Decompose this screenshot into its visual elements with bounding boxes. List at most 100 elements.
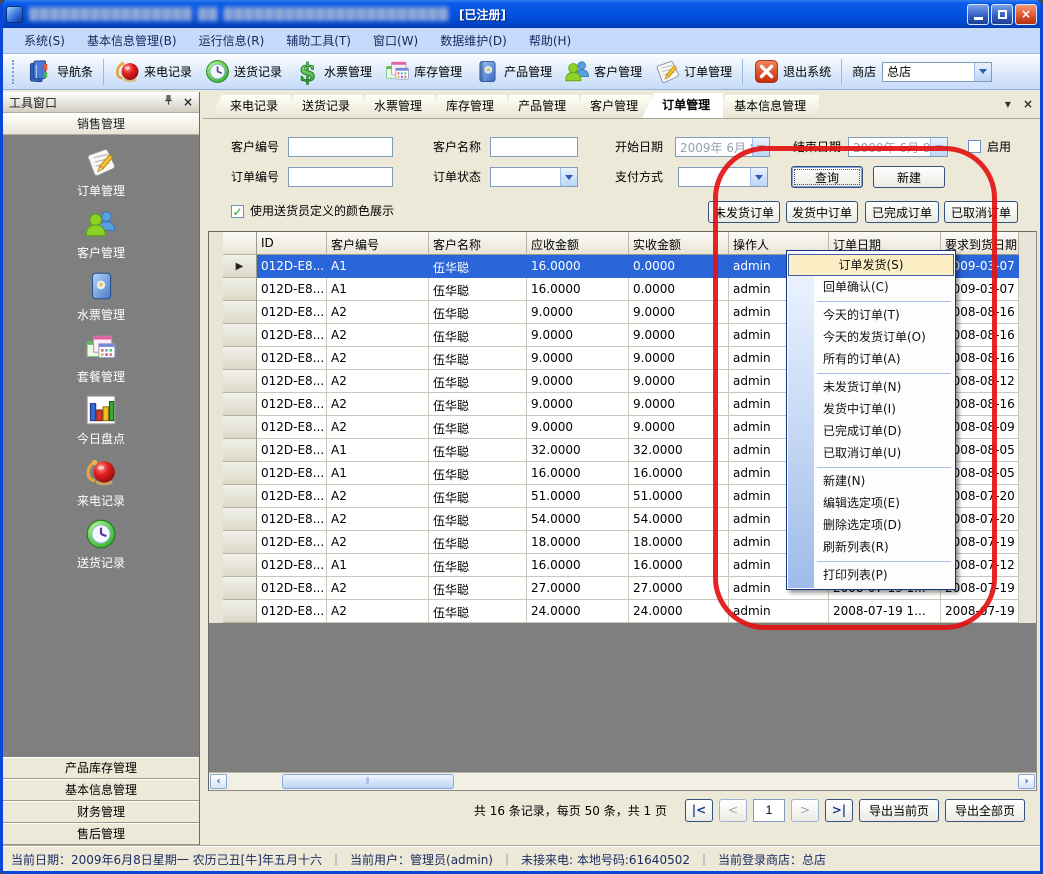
- page-number-input[interactable]: [753, 799, 785, 822]
- context-menu-item-12[interactable]: 新建(N): [787, 470, 955, 492]
- toolbar-button-product-book[interactable]: 产品管理: [468, 56, 558, 87]
- status-filter-button-1[interactable]: 发货中订单: [786, 201, 858, 223]
- status-filter-button-3[interactable]: 已取消订单: [944, 201, 1018, 223]
- column-header-2[interactable]: 客户名称: [429, 232, 527, 255]
- column-header-0[interactable]: ID: [257, 232, 327, 255]
- menubar-item-6[interactable]: 帮助(H): [518, 28, 582, 53]
- scrollbar-thumb[interactable]: [282, 774, 454, 789]
- context-menu-item-3[interactable]: 今天的订单(T): [787, 304, 955, 326]
- query-button[interactable]: 查询: [791, 166, 863, 188]
- context-menu-item-10[interactable]: 已取消订单(U): [787, 442, 955, 464]
- scroll-left-icon[interactable]: ‹: [210, 774, 227, 789]
- export-all-pages-button[interactable]: 导出全部页: [945, 799, 1025, 822]
- menubar-item-2[interactable]: 运行信息(R): [188, 28, 276, 53]
- customer-name-input[interactable]: [490, 137, 578, 157]
- pin-icon[interactable]: [162, 94, 175, 110]
- row-header[interactable]: [223, 347, 257, 370]
- column-header-4[interactable]: 实收金额: [629, 232, 729, 255]
- toolbar-button-bell[interactable]: 来电记录: [108, 56, 198, 87]
- row-header[interactable]: [223, 485, 257, 508]
- menubar-item-3[interactable]: 辅助工具(T): [275, 28, 362, 53]
- menubar-item-0[interactable]: 系统(S): [13, 28, 76, 53]
- sidebar-group-0[interactable]: 产品库存管理: [3, 757, 199, 779]
- tab-2[interactable]: 水票管理: [354, 95, 435, 118]
- row-header[interactable]: [223, 531, 257, 554]
- toolbar-button-dollar[interactable]: $水票管理: [288, 56, 378, 87]
- tab-4[interactable]: 产品管理: [498, 95, 579, 118]
- sidebar-group-1[interactable]: 基本信息管理: [3, 779, 199, 801]
- minimize-button[interactable]: [967, 4, 989, 25]
- context-menu-item-7[interactable]: 未发货订单(N): [787, 376, 955, 398]
- scroll-right-icon[interactable]: ›: [1018, 774, 1035, 789]
- store-combo[interactable]: 总店: [882, 62, 992, 82]
- row-header[interactable]: [223, 439, 257, 462]
- menubar-item-5[interactable]: 数据维护(D): [429, 28, 518, 53]
- toolbar-button-people[interactable]: 客户管理: [558, 56, 648, 87]
- customer-no-input[interactable]: [288, 137, 393, 157]
- sidebar-group-3[interactable]: 售后管理: [3, 823, 199, 845]
- context-menu-item-15[interactable]: 刷新列表(R): [787, 536, 955, 558]
- tab-3[interactable]: 库存管理: [426, 95, 507, 118]
- last-page-button[interactable]: >|: [825, 799, 853, 822]
- menubar-item-4[interactable]: 窗口(W): [362, 28, 429, 53]
- table-row[interactable]: 012D-E8...A2伍华聪24.000024.0000admin2008-0…: [223, 600, 1019, 623]
- row-header[interactable]: [223, 278, 257, 301]
- new-button[interactable]: 新建: [873, 166, 945, 188]
- row-header[interactable]: [223, 600, 257, 623]
- first-page-button[interactable]: |<: [685, 799, 713, 822]
- tab-1[interactable]: 送货记录: [282, 95, 363, 118]
- context-menu-item-14[interactable]: 删除选定项(D): [787, 514, 955, 536]
- row-header-selected[interactable]: ▶: [223, 255, 257, 278]
- horizontal-scrollbar[interactable]: ‹ ›: [209, 772, 1036, 790]
- sidebar-group-2[interactable]: 财务管理: [3, 801, 199, 823]
- context-menu-item-0[interactable]: 订单发货(S): [788, 254, 954, 276]
- sidebar-item-people[interactable]: 客户管理: [3, 207, 199, 269]
- sidebar-group-sales[interactable]: 销售管理: [3, 113, 199, 135]
- context-menu-item-9[interactable]: 已完成订单(D): [787, 420, 955, 442]
- prev-page-button[interactable]: <: [719, 799, 747, 822]
- row-header[interactable]: [223, 416, 257, 439]
- context-menu-item-17[interactable]: 打印列表(P): [787, 564, 955, 586]
- row-header[interactable]: [223, 508, 257, 531]
- tab-6[interactable]: 订单管理: [642, 93, 723, 118]
- order-no-input[interactable]: [288, 167, 393, 187]
- column-header-1[interactable]: 客户编号: [327, 232, 429, 255]
- order-status-combo[interactable]: [490, 167, 578, 187]
- sidebar-item-bell[interactable]: 来电记录: [3, 455, 199, 517]
- context-menu-item-8[interactable]: 发货中订单(I): [787, 398, 955, 420]
- status-filter-button-2[interactable]: 已完成订单: [865, 201, 939, 223]
- enable-date-checkbox[interactable]: [968, 140, 981, 153]
- toolbar-button-clock[interactable]: 送货记录: [198, 56, 288, 87]
- tab-7[interactable]: 基本信息管理: [714, 95, 819, 118]
- toolbar-button-scroll-pen[interactable]: 订单管理: [648, 56, 738, 87]
- next-page-button[interactable]: >: [791, 799, 819, 822]
- row-header[interactable]: [223, 370, 257, 393]
- menubar-item-1[interactable]: 基本信息管理(B): [76, 28, 188, 53]
- toolbar-button-calendar-grid[interactable]: 库存管理: [378, 56, 468, 87]
- context-menu-item-5[interactable]: 所有的订单(A): [787, 348, 955, 370]
- sidebar-close-icon[interactable]: ×: [183, 95, 193, 109]
- column-header-3[interactable]: 应收金额: [527, 232, 629, 255]
- pay-method-combo[interactable]: [678, 167, 768, 187]
- toolbar-button-book-nav[interactable]: 导航条: [21, 56, 99, 87]
- sidebar-item-scroll-pen[interactable]: 订单管理: [3, 145, 199, 207]
- start-date-picker[interactable]: 2009年 6月 8日: [675, 137, 770, 157]
- status-filter-button-0[interactable]: 未发货订单: [708, 201, 780, 223]
- context-menu-item-1[interactable]: 回单确认(C): [787, 276, 955, 298]
- export-current-page-button[interactable]: 导出当前页: [859, 799, 939, 822]
- color-display-checkbox[interactable]: [231, 205, 244, 218]
- row-header[interactable]: [223, 462, 257, 485]
- row-header[interactable]: [223, 554, 257, 577]
- maximize-button[interactable]: [991, 4, 1013, 25]
- tab-list-dropdown-icon[interactable]: ▾: [1005, 97, 1011, 111]
- toolbar-button-exit-x[interactable]: 退出系统: [747, 56, 837, 87]
- sidebar-item-bar-chart[interactable]: 今日盘点: [3, 393, 199, 455]
- sidebar-item-ticket-book[interactable]: 水票管理: [3, 269, 199, 331]
- context-menu-item-4[interactable]: 今天的发货订单(O): [787, 326, 955, 348]
- sidebar-item-clock[interactable]: 送货记录: [3, 517, 199, 579]
- row-header[interactable]: [223, 393, 257, 416]
- toolbar-grip[interactable]: [12, 60, 16, 84]
- context-menu-item-13[interactable]: 编辑选定项(E): [787, 492, 955, 514]
- row-header[interactable]: [223, 577, 257, 600]
- row-header[interactable]: [223, 324, 257, 347]
